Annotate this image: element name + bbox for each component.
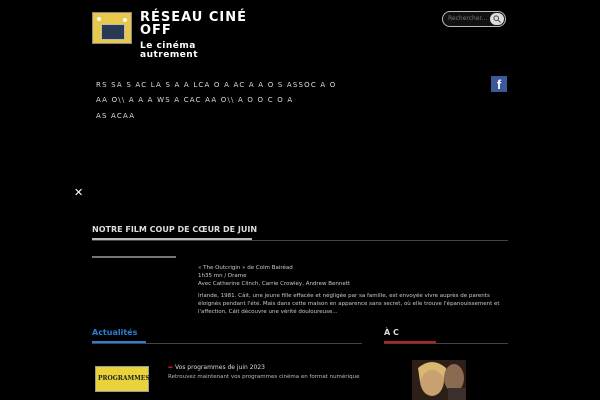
film-title-line: « The Outcrigin » de Colm Bairéad <box>198 265 293 271</box>
thumbnail-label: PROGRAMMES <box>98 375 150 382</box>
arrow-icon: ➦ <box>168 364 174 371</box>
film-cast: Avec Catherine Clinch, Carrie Crowley, A… <box>198 281 351 287</box>
film-reel-icon <box>101 24 125 40</box>
site-title-line2: OFF <box>140 23 172 38</box>
news-item-link-text: Vos programmes de juin 2023 <box>174 364 265 371</box>
film-duration: 1h35 mn / Drame <box>198 273 247 279</box>
side-section-rule <box>384 343 508 344</box>
facebook-icon[interactable]: f <box>491 76 507 92</box>
search-button[interactable] <box>490 13 504 25</box>
nav-menu-row3[interactable]: AS ACAA <box>96 112 135 120</box>
search-input[interactable] <box>448 13 490 24</box>
site-logo[interactable] <box>92 12 132 44</box>
search-box <box>442 11 506 27</box>
nav-menu-row2[interactable]: AA O\\ A A A WS A CAC AA O\\ A O O C O A <box>96 96 293 104</box>
film-section-title: NOTRE FILM COUP DE CŒUR DE JUIN <box>92 225 258 234</box>
site-title[interactable]: RÉSEAU CINÉ OFF <box>140 11 247 37</box>
news-item-description: Retrouvez maintenant vos programmes ciné… <box>168 374 360 380</box>
close-icon[interactable]: ✕ <box>74 186 83 199</box>
nav-menu-row1[interactable]: RS SA S AC LA S A A LCA O A AC A A O S A… <box>96 81 337 89</box>
logo-dot <box>123 18 127 22</box>
film-poster <box>92 256 176 258</box>
site-tagline: Le cinéma autrement <box>140 42 198 60</box>
logo-dot <box>97 17 101 21</box>
news-item-link[interactable]: ➦ Vos programmes de juin 2023 <box>168 364 265 371</box>
side-section-title: À C <box>384 328 399 337</box>
tagline-line2: autrement <box>140 50 199 60</box>
film-synopsis: Irlande, 1981. Cáit, une jeune fille eff… <box>198 293 500 315</box>
news-section-title: Actualités <box>92 328 138 337</box>
poster-photo <box>412 360 466 400</box>
film-section-rule <box>92 240 508 241</box>
news-section-rule <box>92 343 362 344</box>
programmes-thumbnail[interactable]: PROGRAMMES <box>95 366 150 392</box>
film-poster-image[interactable] <box>412 360 466 400</box>
search-icon <box>493 15 501 23</box>
